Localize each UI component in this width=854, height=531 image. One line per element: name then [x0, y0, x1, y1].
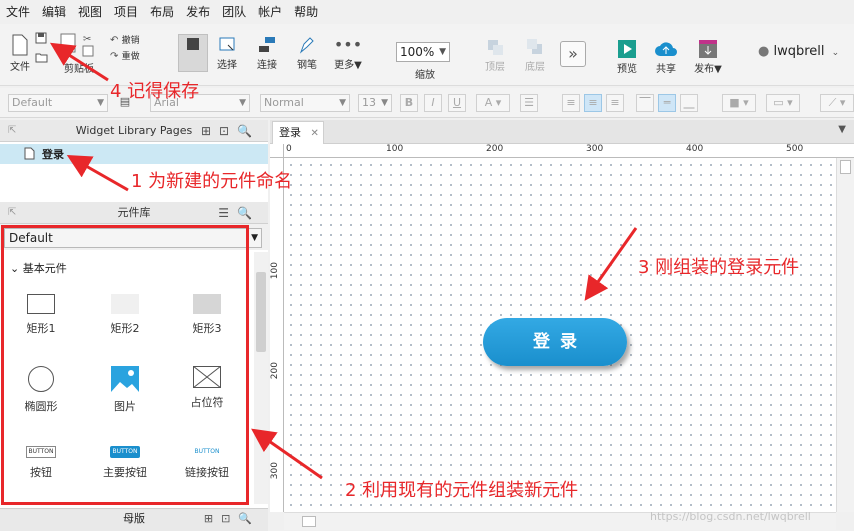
annotation-arrows: [49, 42, 638, 480]
watermark: https://blog.csdn.net/lwqbrell: [650, 510, 811, 523]
arrow-to-save: [49, 42, 109, 82]
arrow-to-page: [66, 155, 129, 192]
arrow-to-login: [584, 227, 638, 301]
arrow-to-library: [251, 428, 323, 480]
